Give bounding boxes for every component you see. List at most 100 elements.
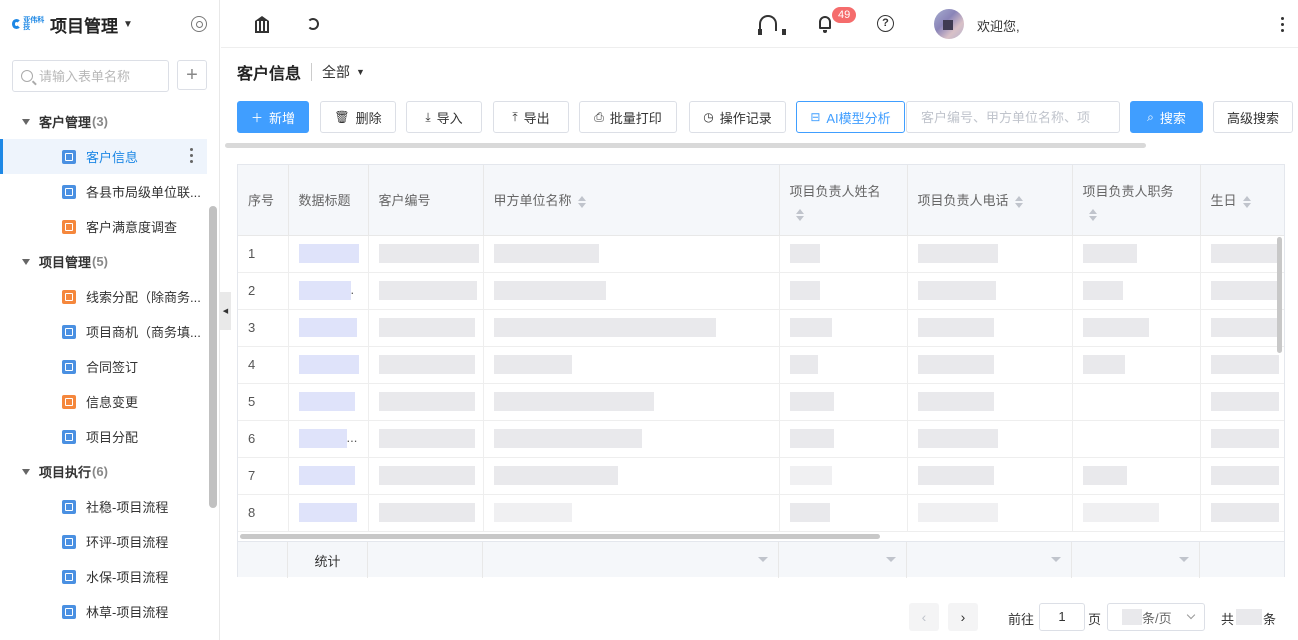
sidebar-scrollbar[interactable]: [209, 206, 217, 508]
dropdown-arrow-icon[interactable]: [758, 557, 768, 562]
next-page-button[interactable]: ›: [948, 603, 978, 631]
tree-item-county-units[interactable]: 各县市局级单位联...: [0, 174, 219, 209]
tree-item-customer-info[interactable]: 客户信息: [0, 139, 207, 174]
tree-group-project[interactable]: 项目管理 (5): [0, 244, 219, 279]
table-row[interactable]: 2 .: [238, 272, 1284, 310]
page-size-select[interactable]: 条/页: [1107, 603, 1205, 631]
welcome-text[interactable]: 欢迎您,: [977, 16, 1020, 35]
gear-icon[interactable]: [191, 16, 207, 32]
summary-leader-title[interactable]: [1072, 542, 1200, 578]
form-icon: [62, 149, 76, 164]
tree-item-contract[interactable]: 合同签订: [0, 349, 219, 384]
table-vertical-scrollbar[interactable]: [1277, 237, 1282, 353]
summary-party-a[interactable]: [483, 542, 779, 578]
table-row[interactable]: 6 ...: [238, 420, 1284, 458]
tree-item-lead-assign[interactable]: 线索分配（除商务...: [0, 279, 219, 314]
view-filter-select[interactable]: 全部: [322, 62, 350, 82]
more-vertical-icon[interactable]: [190, 148, 193, 163]
redacted-cell: [483, 420, 780, 458]
bell-icon[interactable]: [819, 16, 831, 33]
triangle-down-icon[interactable]: [22, 468, 30, 475]
sort-icon[interactable]: [1088, 208, 1097, 221]
redacted-cell: [907, 457, 1073, 495]
triangle-down-icon[interactable]: [22, 118, 30, 125]
sort-icon[interactable]: [1242, 195, 1251, 208]
page-header: 客户信息 全部 ▼: [237, 60, 365, 84]
search-input[interactable]: [921, 109, 1101, 125]
summary-leader-name[interactable]: [779, 542, 907, 578]
table-row[interactable]: 4: [238, 346, 1284, 384]
refresh-icon[interactable]: [307, 18, 319, 30]
operation-log-button[interactable]: ◷ 操作记录: [689, 101, 786, 133]
redacted-cell: [1200, 235, 1284, 273]
collapse-sidebar-button[interactable]: ◀: [220, 292, 231, 330]
sort-icon[interactable]: [795, 208, 804, 221]
sort-icon[interactable]: [1014, 195, 1023, 208]
table-horizontal-scrollbar[interactable]: [240, 534, 880, 539]
table-row[interactable]: 1: [238, 235, 1284, 273]
bank-icon[interactable]: [253, 15, 271, 33]
sort-icon[interactable]: [577, 195, 586, 208]
total-suffix: 条: [1263, 612, 1277, 627]
delete-button[interactable]: 🗑︎ 删除: [320, 101, 396, 133]
form-search-input[interactable]: [39, 68, 159, 84]
headset-icon[interactable]: [758, 15, 786, 35]
table-row[interactable]: 8: [238, 494, 1284, 532]
tree-item-huanping[interactable]: 环评-项目流程: [0, 524, 219, 559]
table-row[interactable]: 3: [238, 309, 1284, 347]
export-button[interactable]: ⤒ 导出: [493, 101, 569, 133]
col-header-data-title: 数据标题: [288, 165, 369, 236]
tree-item-opportunity[interactable]: 项目商机（商务填...: [0, 314, 219, 349]
summary-leader-phone[interactable]: [907, 542, 1072, 578]
message-icon: [62, 289, 76, 304]
redacted-cell: [907, 494, 1073, 532]
doc-icon: [62, 534, 76, 549]
new-button[interactable]: ＋新增: [237, 101, 309, 133]
add-form-button[interactable]: +: [177, 60, 207, 90]
redacted-cell: [1072, 235, 1201, 273]
col-header-leader-title[interactable]: 项目负责人职务: [1072, 165, 1201, 236]
search-button[interactable]: ⌕ 搜索: [1130, 101, 1203, 133]
col-header-leader-phone[interactable]: 项目负责人电话: [907, 165, 1073, 236]
dropdown-arrow-icon[interactable]: [886, 557, 896, 562]
prev-page-button[interactable]: ‹: [909, 603, 939, 631]
chevron-down-icon: [1186, 610, 1196, 620]
tree-item-info-change[interactable]: 信息变更: [0, 384, 219, 419]
col-header-birthday[interactable]: 生日: [1200, 165, 1284, 236]
tree-group-customer[interactable]: 客户管理 (3): [0, 104, 219, 139]
tree-item-shuibao[interactable]: 水保-项目流程: [0, 559, 219, 594]
avatar[interactable]: [934, 9, 964, 39]
upload-icon: ⤒: [512, 109, 518, 124]
redacted-cell: [368, 346, 484, 384]
col-header-party-a[interactable]: 甲方单位名称: [483, 165, 780, 236]
total-prefix: 共: [1221, 612, 1235, 627]
tree-group-execution[interactable]: 项目执行 (6): [0, 454, 219, 489]
toolbar-scrollbar[interactable]: [225, 143, 1146, 148]
help-icon[interactable]: ?: [877, 15, 894, 32]
triangle-down-icon[interactable]: [22, 258, 30, 265]
dropdown-arrow-icon[interactable]: [1051, 557, 1061, 562]
dropdown-arrow-icon[interactable]: [1179, 557, 1189, 562]
import-button[interactable]: ⤓ 导入: [406, 101, 482, 133]
caret-down-icon[interactable]: ▼: [123, 19, 133, 30]
tree-item-satisfaction[interactable]: 客户满意度调查: [0, 209, 219, 244]
more-vertical-icon[interactable]: [1281, 17, 1284, 32]
ai-analysis-button[interactable]: ⊟ AI模型分析: [796, 101, 905, 133]
app-switcher-title[interactable]: 项目管理: [50, 12, 118, 37]
advanced-search-button[interactable]: 高级搜索: [1213, 101, 1293, 133]
table-row[interactable]: 5: [238, 383, 1284, 421]
redacted-total: [1236, 609, 1262, 625]
tree-item-project-assign[interactable]: 项目分配: [0, 419, 219, 454]
divider: [311, 63, 313, 81]
tree-item-shewen[interactable]: 社稳-项目流程: [0, 489, 219, 524]
redacted-cell: [907, 346, 1073, 384]
page-number-input[interactable]: 1: [1039, 603, 1085, 631]
col-header-leader-name[interactable]: 项目负责人姓名: [779, 165, 908, 236]
batch-print-button[interactable]: ⎙ 批量打印: [579, 101, 677, 133]
redacted-cell: [779, 272, 908, 310]
caret-down-icon[interactable]: ▼: [356, 67, 365, 77]
table-row[interactable]: 7: [238, 457, 1284, 495]
app-logo: 亚伟科技: [12, 16, 46, 32]
sidebar: 亚伟科技 项目管理 ▼ + 客户管理(3) 客户信息 各县市局级单位联... 客…: [0, 0, 220, 640]
clock-icon: ◷: [703, 110, 714, 124]
